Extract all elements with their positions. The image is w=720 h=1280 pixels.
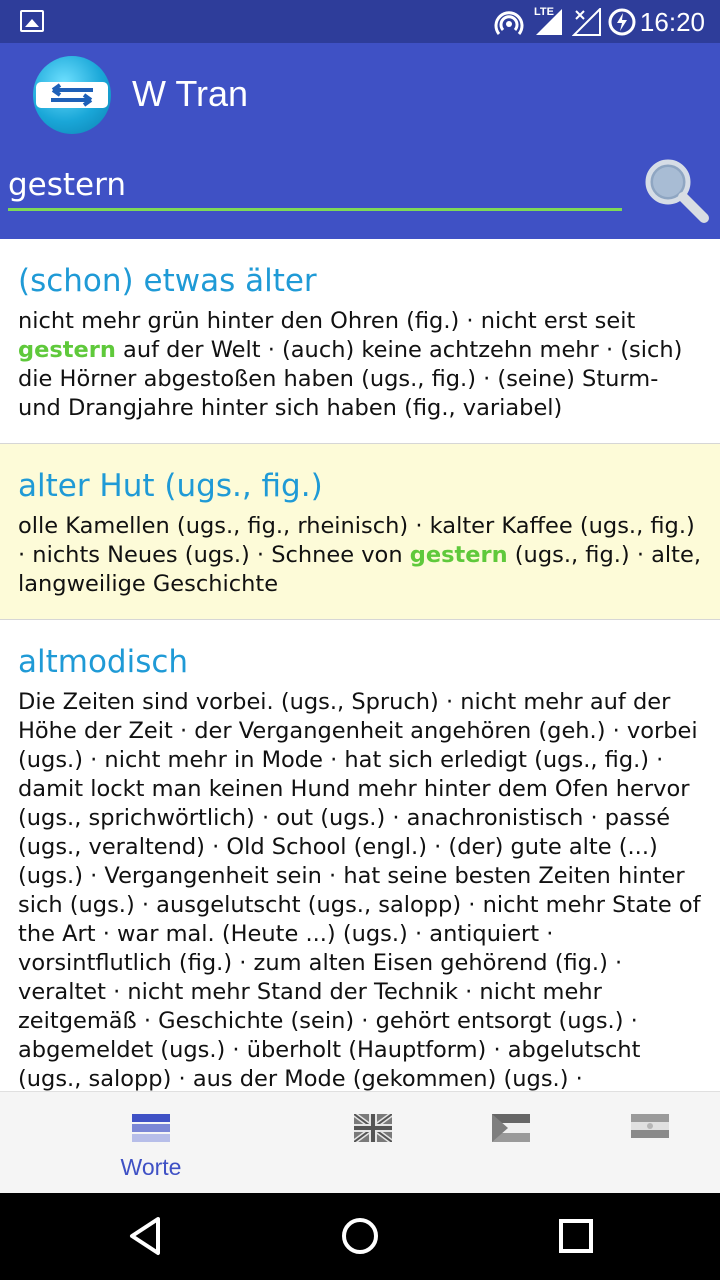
battery-charging-icon: [608, 8, 636, 36]
app-title: W Tran: [132, 73, 249, 114]
result-entry[interactable]: (schon) etwas älter nicht mehr grün hint…: [0, 239, 720, 444]
entry-synonyms: nicht mehr grün hinter den Ohren (fig.) …: [18, 308, 683, 421]
entry-heading: altmodisch: [18, 644, 189, 680]
entry-synonyms: Die Zeiten sind vorbei. (ugs., Spruch) ·…: [18, 689, 701, 1091]
words-icon: [132, 1114, 170, 1142]
app-bar: W Tran: [0, 43, 720, 239]
search-highlight: gestern: [18, 337, 116, 363]
app-logo: [33, 56, 111, 134]
entry-heading: alter Hut (ugs., fig.): [18, 468, 323, 504]
uk-flag-icon: [353, 1114, 392, 1142]
result-entry[interactable]: altmodisch Die Zeiten sind vorbei. (ugs.…: [0, 620, 720, 1091]
translate-arrows-icon: [36, 82, 108, 108]
tab-arabic[interactable]: [440, 1092, 582, 1193]
recents-icon[interactable]: [556, 1213, 596, 1259]
signal-lte-icon: [536, 9, 562, 35]
tab-english[interactable]: [300, 1092, 445, 1193]
system-navigation-bar: [0, 1193, 720, 1280]
signal-no-service-icon: [572, 8, 601, 36]
search-highlight: gestern: [409, 542, 508, 568]
tab-other-language[interactable]: [580, 1092, 720, 1193]
entry-synonyms: olle Kamellen (ugs., fig., rheinisch) · …: [18, 513, 701, 597]
palestine-flag-icon: [492, 1114, 530, 1142]
home-icon[interactable]: [338, 1213, 382, 1259]
image-notification-icon: [20, 10, 44, 32]
back-icon[interactable]: [126, 1213, 166, 1259]
result-entry[interactable]: alter Hut (ugs., fig.) olle Kamellen (ug…: [0, 444, 720, 620]
hotspot-icon: [494, 11, 524, 35]
clock: 16:20: [639, 7, 705, 37]
results-list[interactable]: (schon) etwas älter nicht mehr grün hint…: [0, 239, 720, 1091]
status-bar: LTE 16:20: [0, 0, 720, 43]
tab-label: Worte: [120, 1154, 182, 1180]
bottom-navigation: Worte: [0, 1091, 720, 1193]
entry-heading: (schon) etwas älter: [18, 263, 317, 299]
search-button[interactable]: [640, 155, 710, 225]
search-input[interactable]: [8, 161, 622, 211]
flag-icon: [631, 1114, 669, 1138]
search-icon: [645, 159, 709, 223]
tab-worte[interactable]: Worte: [60, 1092, 242, 1193]
